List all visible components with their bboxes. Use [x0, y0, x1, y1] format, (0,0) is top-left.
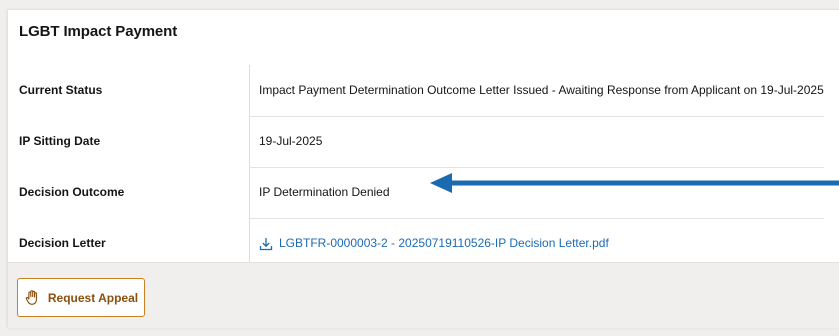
panel-footer: Request Appeal	[8, 262, 839, 328]
panel-title: LGBT Impact Payment	[19, 23, 178, 40]
request-appeal-button[interactable]: Request Appeal	[17, 278, 145, 317]
decision-outcome-label: Decision Outcome	[19, 185, 125, 199]
arrow-left-icon	[430, 173, 839, 193]
lgbt-impact-payment-panel: LGBT Impact Payment Current Status Impac…	[7, 9, 839, 328]
request-appeal-label: Request Appeal	[47, 290, 139, 305]
decision-outcome-value: IP Determination Denied	[259, 185, 390, 199]
current-status-row: Current Status Impact Payment Determinat…	[8, 65, 839, 116]
hand-icon	[25, 290, 37, 305]
current-status-value: Impact Payment Determination Outcome Let…	[259, 83, 824, 97]
current-status-label: Current Status	[19, 83, 103, 97]
download-icon	[259, 237, 273, 250]
ip-sitting-date-value: 19-Jul-2025	[259, 134, 323, 148]
ip-sitting-date-label: IP Sitting Date	[19, 134, 101, 148]
ip-sitting-date-row: IP Sitting Date 19-Jul-2025	[8, 116, 839, 167]
